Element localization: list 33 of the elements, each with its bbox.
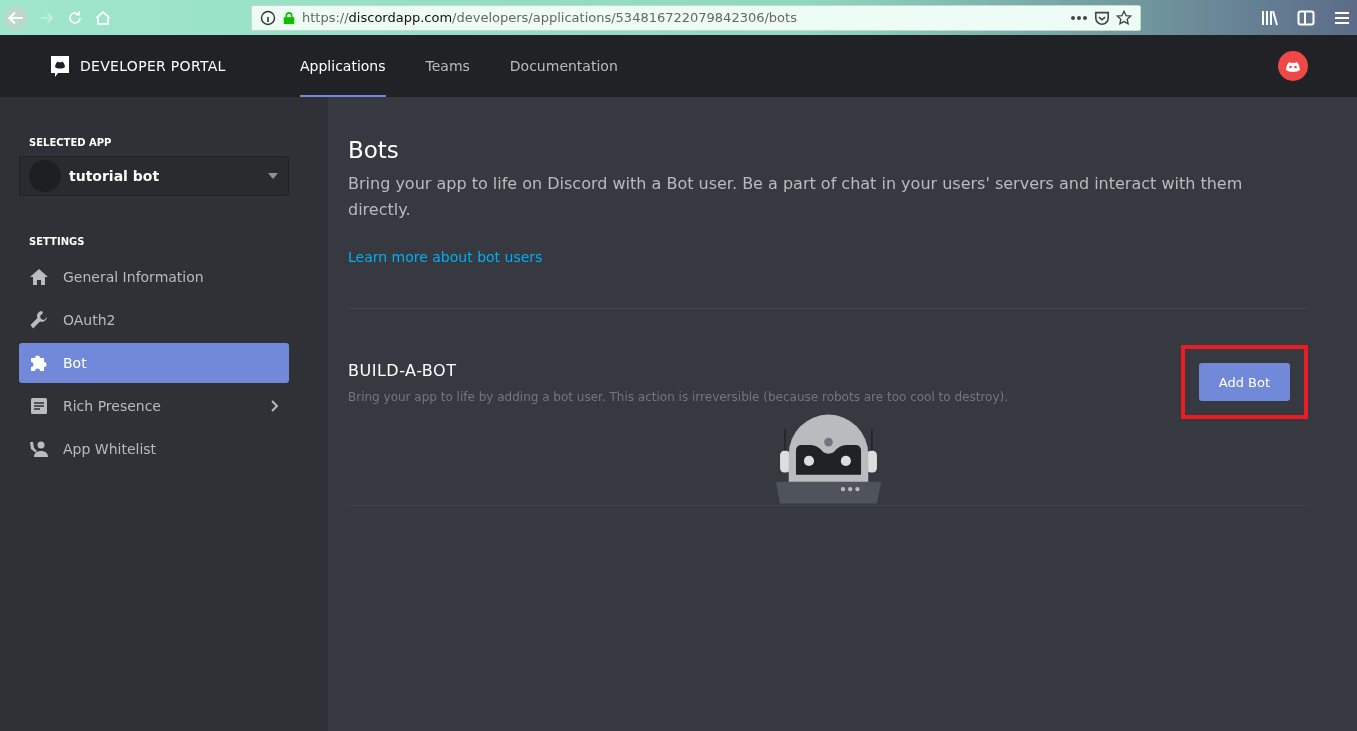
document-icon — [29, 396, 49, 416]
library-icon[interactable] — [1261, 8, 1279, 27]
person-icon — [29, 439, 49, 459]
pocket-icon[interactable] — [1094, 9, 1110, 26]
sidebar-item[interactable]: App Whitelist — [19, 429, 289, 469]
nav-tab[interactable]: Documentation — [509, 35, 618, 97]
logo-icon — [48, 54, 72, 78]
sidebar-item[interactable]: OAuth2 — [19, 300, 289, 340]
section-description: Bring your app to life by adding a bot user. This action is irreversible (because robots are too cool to destroy). — [348, 389, 1009, 404]
puzzle-icon — [29, 353, 49, 373]
url-text: https://discordapp.com/developers/applications/534816722079842306/bots — [302, 10, 797, 25]
page-title: Bots — [348, 137, 400, 163]
sidebar-item[interactable]: General Information — [19, 257, 289, 297]
sidebar-icon[interactable] — [1297, 8, 1315, 27]
address-bar[interactable]: https://discordapp.com/developers/applications/534816722079842306/bots — [251, 4, 1141, 31]
app-dropdown[interactable]: tutorial bot — [19, 156, 289, 196]
section-label: SELECTED APP — [28, 137, 113, 148]
home-icon — [29, 267, 49, 287]
avatar-icon[interactable] — [1277, 50, 1309, 82]
more-icon[interactable] — [1070, 14, 1088, 21]
page-description: Bring your app to life on Discord with a Bot user. Be a part of chat in your users' servers and interact with them directly. — [348, 173, 1244, 221]
section-title: BUILD-A-BOT — [348, 360, 458, 380]
learn-more-link[interactable]: Learn more about bot users — [348, 249, 543, 265]
sidebar-item[interactable]: Rich Presence — [19, 386, 289, 426]
chevron-right-icon — [271, 400, 279, 412]
section-label: SETTINGS — [28, 236, 86, 247]
info-icon[interactable] — [260, 9, 276, 26]
wrench-icon — [29, 310, 49, 330]
nav-tab[interactable]: Teams — [425, 35, 470, 97]
brand-title: DEVELOPER PORTAL — [80, 58, 226, 74]
lock-icon — [282, 9, 296, 26]
caret-icon — [268, 173, 278, 179]
star-icon[interactable] — [1116, 9, 1132, 26]
